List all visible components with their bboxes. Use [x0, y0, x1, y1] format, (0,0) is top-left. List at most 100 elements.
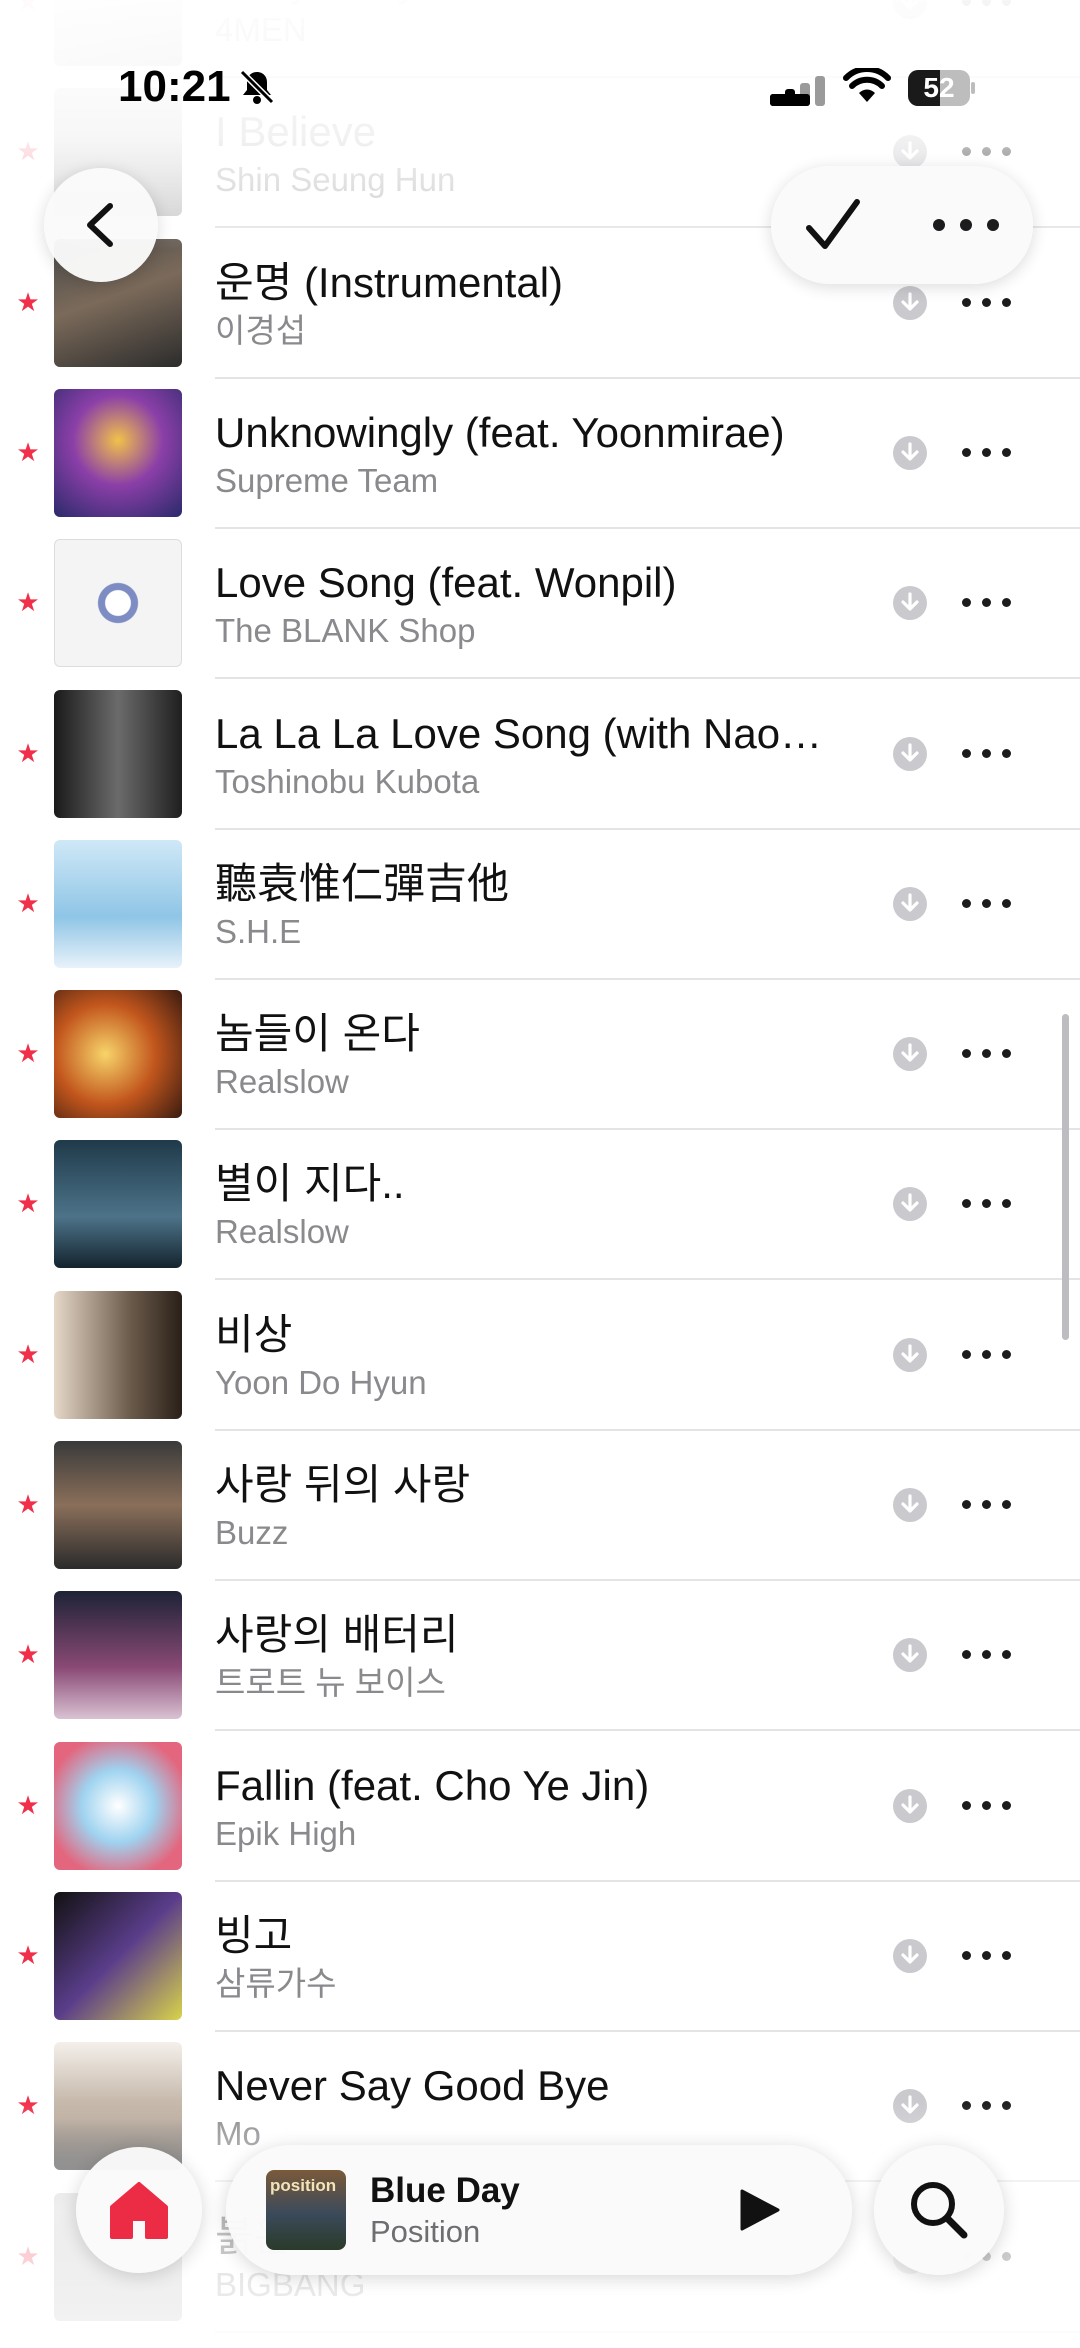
- mini-player[interactable]: position Blue Day Position: [226, 2145, 852, 2275]
- song-more-button[interactable]: [962, 437, 1012, 467]
- ellipsis-icon: [962, 447, 971, 457]
- download-icon[interactable]: [893, 586, 927, 621]
- now-playing-artist: Position: [370, 2214, 481, 2249]
- play-icon: [740, 2189, 780, 2231]
- song-artist: Yoon Do Hyun: [215, 1363, 427, 1401]
- song-artist: 삼류가수: [215, 1964, 337, 2002]
- favorite-star-icon: ★: [16, 1188, 40, 1219]
- song-more-button[interactable]: [962, 1790, 1012, 1820]
- song-more-button[interactable]: [962, 888, 1012, 918]
- song-row[interactable]: ★ Unknowingly (feat. Yoonmirae) Supreme Te…: [0, 379, 1080, 529]
- ellipsis-icon: [962, 1199, 971, 1209]
- wifi-icon: [843, 66, 891, 109]
- song-row[interactable]: ★ 사랑의 배터리 트로트 뉴 보이스: [0, 1581, 1080, 1732]
- ellipsis-icon: [962, 898, 971, 908]
- ellipsis-icon: [962, 1049, 971, 1059]
- chevron-left-icon: [87, 203, 113, 247]
- song-title: 聽袁惟仁彈吉他: [215, 859, 510, 907]
- download-icon[interactable]: [893, 1337, 927, 1372]
- favorite-star-icon: ★: [16, 887, 40, 918]
- download-icon[interactable]: [893, 435, 927, 470]
- song-artist: The BLANK Shop: [215, 612, 476, 650]
- song-artist: 트로트 뉴 보이스: [215, 1664, 446, 1702]
- now-playing-title: Blue Day: [370, 2171, 520, 2210]
- song-title: 빙고: [215, 1911, 293, 1959]
- album-artwork: [54, 1290, 182, 1419]
- song-artist: 이경섭: [215, 311, 307, 349]
- song-artist: Realslow: [215, 1213, 349, 1251]
- download-icon[interactable]: [893, 285, 927, 320]
- bell-slash-icon: [238, 68, 276, 111]
- song-artist: Supreme Team: [215, 461, 439, 499]
- status-time: 10:21: [118, 62, 231, 111]
- song-row[interactable]: ★ 비상 Yoon Do Hyun: [0, 1281, 1080, 1431]
- song-title: 놈들이 온다: [215, 1010, 420, 1058]
- song-title: 운명 (Instrumental): [215, 258, 564, 306]
- song-row[interactable]: ★ 별이 지다.. Realslow: [0, 1130, 1080, 1281]
- album-artwork: [54, 1741, 182, 1870]
- song-artist: S.H.E: [215, 912, 302, 950]
- song-title: Love Song (feat. Wonpil): [215, 559, 677, 607]
- done-button[interactable]: [799, 192, 869, 258]
- ellipsis-icon: [962, 748, 971, 758]
- search-icon: [911, 2182, 968, 2239]
- download-icon[interactable]: [893, 1638, 927, 1673]
- song-more-button[interactable]: [962, 1188, 1012, 1218]
- battery-icon: 52: [908, 70, 975, 106]
- album-artwork: [54, 1441, 182, 1569]
- download-icon[interactable]: [893, 1938, 927, 1973]
- song-title: 사랑 뒤의 사랑: [215, 1461, 471, 1508]
- song-row[interactable]: ★ 聽袁惟仁彈吉他 S.H.E: [0, 830, 1080, 980]
- back-button[interactable]: [44, 168, 158, 282]
- more-options-button[interactable]: [931, 210, 1001, 240]
- download-icon[interactable]: [893, 1187, 927, 1222]
- song-artist: Realslow: [215, 1063, 349, 1101]
- song-row[interactable]: ★ 사랑 뒤의 사랑 Buzz: [0, 1431, 1080, 1581]
- ellipsis-icon: [962, 1650, 971, 1660]
- download-icon[interactable]: [893, 886, 927, 921]
- ellipsis-icon: [962, 1349, 971, 1359]
- album-artwork: [54, 388, 182, 517]
- song-list: ★Baby Baby4MEN★I BelieveShin Seung Hun★운…: [0, 0, 1080, 2348]
- song-more-button[interactable]: [962, 738, 1012, 768]
- song-more-button[interactable]: [962, 1489, 1012, 1519]
- favorite-star-icon: ★: [16, 587, 40, 618]
- download-icon[interactable]: [893, 1488, 927, 1522]
- download-icon[interactable]: [893, 736, 927, 771]
- song-more-button[interactable]: [962, 287, 1012, 317]
- favorite-star-icon: ★: [16, 737, 40, 768]
- album-artwork: [54, 1591, 182, 1720]
- scroll-indicator[interactable]: [1062, 1014, 1069, 1340]
- home-button[interactable]: [76, 2147, 202, 2273]
- favorite-star-icon: ★: [16, 1489, 40, 1519]
- song-more-button[interactable]: [962, 1639, 1012, 1669]
- song-artist: Toshinobu Kubota: [215, 762, 480, 800]
- checkmark-icon: [806, 199, 860, 249]
- search-button[interactable]: [874, 2145, 1004, 2275]
- song-title: 비상: [215, 1310, 293, 1358]
- song-row[interactable]: ★ Love Song (feat. Wonpil) The BLANK Shop: [0, 529, 1080, 680]
- cellular-signal-icon: [770, 76, 830, 111]
- song-more-button[interactable]: [962, 1038, 1012, 1068]
- album-artwork: [54, 1891, 182, 2020]
- song-row[interactable]: ★ 놈들이 온다 Realslow: [0, 980, 1080, 1131]
- song-row[interactable]: ★ La La La Love Song (with Nao… Toshinobu …: [0, 680, 1080, 830]
- favorite-star-icon: ★: [16, 1939, 40, 1970]
- song-more-button[interactable]: [962, 1339, 1012, 1369]
- favorite-star-icon: ★: [16, 286, 40, 317]
- download-icon[interactable]: [893, 1037, 927, 1072]
- artwork-text: position: [270, 2176, 337, 2195]
- album-artwork: [54, 689, 182, 818]
- download-icon[interactable]: [893, 1788, 927, 1823]
- status-bar: 10:21 52: [0, 0, 1080, 130]
- battery-percent: 52: [923, 72, 955, 103]
- song-artist: Buzz: [215, 1514, 289, 1551]
- play-button[interactable]: [734, 2187, 784, 2233]
- now-playing-artwork: position: [266, 2170, 346, 2250]
- song-row[interactable]: ★ 빙고삼류가수: [0, 1882, 1080, 2032]
- song-more-button[interactable]: [962, 587, 1012, 617]
- song-row[interactable]: ★ Fallin (feat. Cho Ye Jin) Epik High: [0, 1732, 1080, 1882]
- song-more-button[interactable]: [962, 1940, 1012, 1970]
- song-artist: Epik High: [215, 1814, 357, 1852]
- favorite-star-icon: ★: [16, 1639, 40, 1670]
